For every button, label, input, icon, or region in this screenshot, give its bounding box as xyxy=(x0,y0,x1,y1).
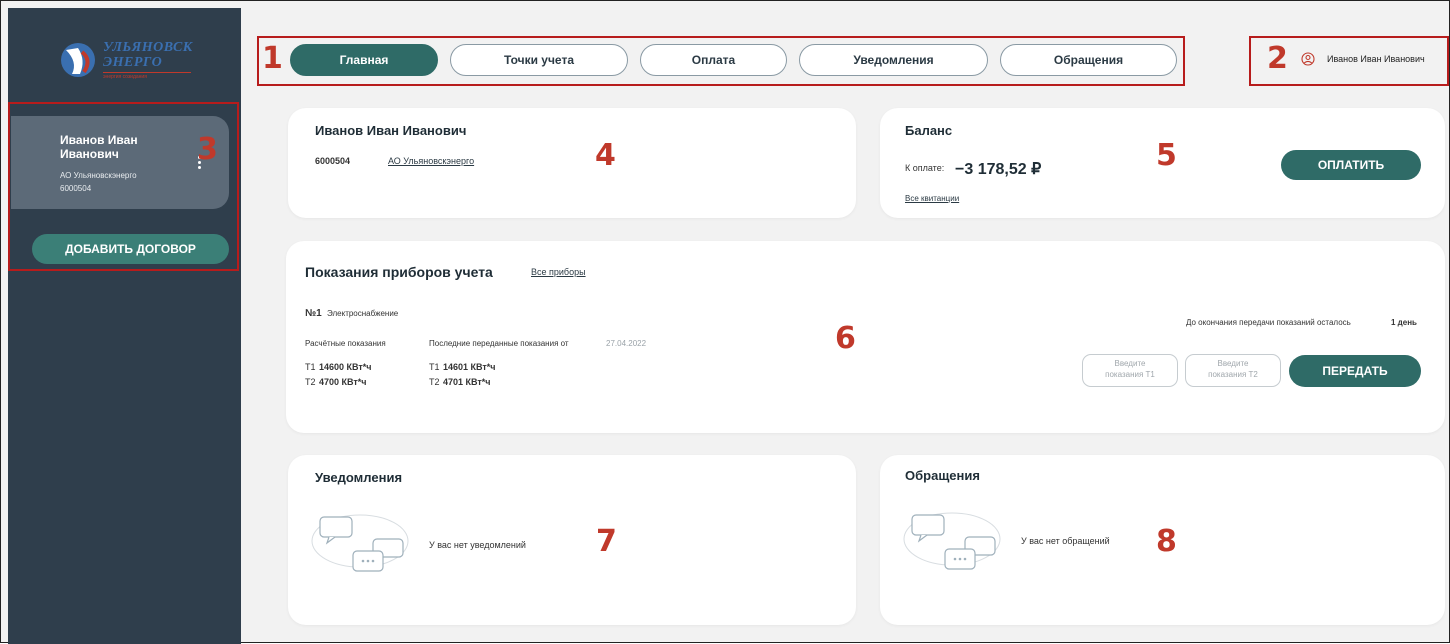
all-meters-link[interactable]: Все приборы xyxy=(531,267,586,277)
calc-t1-tariff: Т1 xyxy=(305,362,316,372)
logo-icon xyxy=(61,43,95,77)
user-icon[interactable] xyxy=(1301,52,1315,66)
send-readings-button[interactable]: ПЕРЕДАТЬ xyxy=(1289,355,1421,387)
no-requests-text: У вас нет обращений xyxy=(1021,536,1110,546)
calc-readings-header: Расчётные показания xyxy=(305,339,386,348)
tab-requests[interactable]: Обращения xyxy=(1000,44,1177,76)
t1-input-placeholder-line1: Введите xyxy=(1114,359,1146,368)
annotation-number-7: 7 xyxy=(596,524,617,559)
annotation-number-8: 8 xyxy=(1156,524,1177,559)
tab-meter-points[interactable]: Точки учета xyxy=(450,44,628,76)
meters-title: Показания приборов учета xyxy=(305,264,493,280)
tab-notifications[interactable]: Уведомления xyxy=(799,44,988,76)
pay-button[interactable]: ОПЛАТИТЬ xyxy=(1281,150,1421,180)
account-holder-name: Иванов Иван Иванович xyxy=(315,123,467,138)
calc-t2-value: 4700 КВт*ч xyxy=(319,377,367,387)
t2-reading-input[interactable]: Введите показания Т2 xyxy=(1185,354,1281,387)
annotation-number-4: 4 xyxy=(595,138,616,173)
t1-input-placeholder-line2: показания Т1 xyxy=(1105,370,1155,379)
meter-type: Электроснабжение xyxy=(327,309,399,318)
calc-t2-tariff: Т2 xyxy=(305,377,316,387)
brand-tagline: энергия созидания xyxy=(103,74,147,80)
brand-divider xyxy=(103,72,191,73)
due-amount: −3 178,52 ₽ xyxy=(955,161,1042,178)
annotation-number-2: 2 xyxy=(1267,41,1288,76)
org-link[interactable]: АО Ульяновскэнерго xyxy=(388,156,474,166)
last-t2-value: 4701 КВт*ч xyxy=(443,377,491,387)
account-number: 6000504 xyxy=(315,156,351,166)
last-readings-header: Последние переданные показания от xyxy=(429,339,569,348)
brand-logo[interactable]: УЛЬЯНОВСК ЭНЕРГО энергия созидания xyxy=(58,38,208,88)
annotation-number-3: 3 xyxy=(197,132,218,167)
last-t2-tariff: Т2 xyxy=(429,377,440,387)
annotation-number-6: 6 xyxy=(835,321,856,356)
deadline-text: До окончания передачи показаний осталось xyxy=(1186,318,1351,327)
brand-line1: УЛЬЯНОВСК xyxy=(103,40,193,55)
due-label: К оплате: xyxy=(905,163,945,173)
notifications-title: Уведомления xyxy=(315,470,403,485)
annotation-number-5: 5 xyxy=(1156,138,1177,173)
chat-bubbles-icon xyxy=(311,514,409,572)
brand-line2: ЭНЕРГО xyxy=(103,55,163,70)
no-notifications-text: У вас нет уведомлений xyxy=(429,540,526,550)
annotation-number-1: 1 xyxy=(262,41,283,76)
tab-home[interactable]: Главная xyxy=(290,44,438,76)
t1-reading-input[interactable]: Введите показания Т1 xyxy=(1082,354,1178,387)
chat-bubbles-icon xyxy=(903,512,1001,570)
last-readings-date: 27.04.2022 xyxy=(606,339,647,348)
balance-title: Баланс xyxy=(905,123,953,138)
last-t1-value: 14601 КВт*ч xyxy=(443,362,496,372)
last-t1-tariff: Т1 xyxy=(429,362,440,372)
app-window: УЛЬЯНОВСК ЭНЕРГО энергия созидания Ивано… xyxy=(0,0,1450,644)
t2-input-placeholder-line1: Введите xyxy=(1217,359,1249,368)
meter-number: №1 xyxy=(305,308,322,319)
deadline-value: 1 день xyxy=(1391,318,1417,327)
annotation-box-3 xyxy=(8,102,239,271)
all-receipts-link[interactable]: Все квитанции xyxy=(905,194,959,203)
requests-title: Обращения xyxy=(905,468,980,483)
calc-t1-value: 14600 КВт*ч xyxy=(319,362,372,372)
t2-input-placeholder-line2: показания Т2 xyxy=(1208,370,1258,379)
tab-payment[interactable]: Оплата xyxy=(640,44,787,76)
header-user-name[interactable]: Иванов Иван Иванович xyxy=(1327,54,1425,64)
